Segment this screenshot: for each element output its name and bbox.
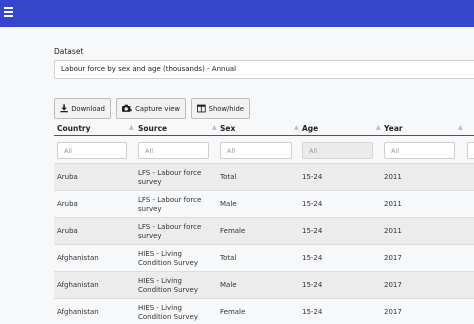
- download-icon: [60, 104, 68, 113]
- filter-year-input[interactable]: All: [384, 142, 455, 159]
- column-header-country[interactable]: Country: [57, 124, 91, 133]
- table-row[interactable]: Aruba LFS - Labour force survey Male 15-…: [54, 191, 474, 218]
- cell-sex: Total: [220, 254, 237, 262]
- cell-age: 15-24: [302, 308, 323, 316]
- cell-year: 2017: [384, 254, 402, 262]
- table-row[interactable]: Aruba LFS - Labour force survey Female 1…: [54, 218, 474, 245]
- cell-source: HIES - Living Condition Survey: [138, 276, 198, 294]
- table-row[interactable]: Afghanistan HIES - Living Condition Surv…: [54, 245, 474, 272]
- cell-country: Afghanistan: [57, 254, 99, 262]
- cell-age: 15-24: [302, 173, 323, 181]
- cell-country: Aruba: [57, 227, 78, 235]
- sort-icon[interactable]: ▲︎: [294, 124, 299, 131]
- filter-source-input[interactable]: All: [138, 142, 209, 159]
- table-row[interactable]: Afghanistan HIES - Living Condition Surv…: [54, 272, 474, 299]
- cell-year: 2017: [384, 308, 402, 316]
- capture-view-button[interactable]: Capture view: [116, 98, 186, 119]
- filter-age-input[interactable]: All: [302, 142, 373, 159]
- cell-source: HIES - Living Condition Survey: [138, 303, 198, 321]
- sort-icon[interactable]: ▲︎: [129, 124, 134, 131]
- cell-sex: Male: [220, 200, 237, 208]
- cell-sex: Female: [220, 308, 246, 316]
- cell-source: LFS - Labour force survey: [138, 168, 202, 186]
- cell-sex: Female: [220, 227, 246, 235]
- dataset-label: Dataset: [54, 47, 84, 56]
- data-table: Country ▲︎ Source ▲︎ Sex ▲︎ Age ▲︎ Year …: [54, 121, 474, 324]
- hamburger-menu-icon[interactable]: [4, 7, 13, 17]
- cell-country: Afghanistan: [57, 281, 99, 289]
- cell-country: Aruba: [57, 200, 78, 208]
- table-header: Country ▲︎ Source ▲︎ Sex ▲︎ Age ▲︎ Year …: [54, 121, 474, 136]
- table-row[interactable]: Aruba LFS - Labour force survey Total 15…: [54, 164, 474, 191]
- sort-icon[interactable]: ▲︎: [458, 124, 463, 131]
- column-header-age[interactable]: Age: [302, 124, 318, 133]
- show-hide-button[interactable]: Show/hide: [191, 98, 250, 119]
- column-header-source[interactable]: Source: [138, 124, 167, 133]
- cell-year: 2011: [384, 173, 402, 181]
- cell-age: 15-24: [302, 281, 323, 289]
- cell-country: Aruba: [57, 173, 78, 181]
- cell-age: 15-24: [302, 200, 323, 208]
- sort-icon[interactable]: ▲︎: [212, 124, 217, 131]
- table-row[interactable]: Afghanistan HIES - Living Condition Surv…: [54, 299, 474, 324]
- sort-icon[interactable]: ▲︎: [376, 124, 381, 131]
- column-header-year[interactable]: Year: [384, 124, 403, 133]
- cell-sex: Total: [220, 173, 237, 181]
- top-navbar: [0, 0, 474, 27]
- column-header-sex[interactable]: Sex: [220, 124, 235, 133]
- columns-icon: [197, 104, 206, 113]
- cell-year: 2011: [384, 200, 402, 208]
- filter-sex-input[interactable]: All: [220, 142, 292, 159]
- cell-country: Afghanistan: [57, 308, 99, 316]
- show-hide-label: Show/hide: [208, 104, 244, 113]
- download-label: Download: [71, 104, 105, 113]
- capture-view-label: Capture view: [135, 104, 180, 113]
- dataset-select[interactable]: Labour force by sex and age (thousands) …: [54, 60, 474, 79]
- camera-icon: [122, 104, 133, 112]
- filter-next-input[interactable]: [467, 142, 474, 159]
- cell-source: LFS - Labour force survey: [138, 195, 202, 213]
- filter-row: All All All All All: [54, 136, 474, 164]
- download-button[interactable]: Download: [54, 98, 111, 119]
- cell-year: 2017: [384, 281, 402, 289]
- cell-year: 2011: [384, 227, 402, 235]
- cell-age: 15-24: [302, 254, 323, 262]
- cell-sex: Male: [220, 281, 237, 289]
- cell-source: LFS - Labour force survey: [138, 222, 202, 240]
- cell-source: HIES - Living Condition Survey: [138, 249, 198, 267]
- filter-country-input[interactable]: All: [57, 142, 127, 159]
- cell-age: 15-24: [302, 227, 323, 235]
